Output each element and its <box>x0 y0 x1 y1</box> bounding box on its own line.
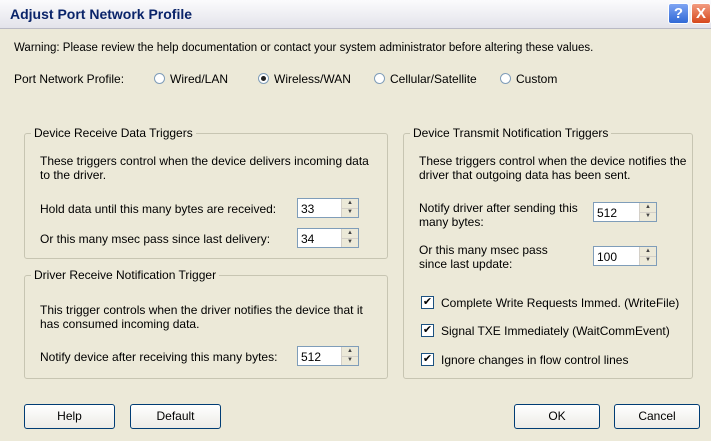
spin-buttons[interactable]: ▲ ▼ <box>341 229 358 247</box>
close-icon[interactable]: X <box>691 3 711 24</box>
group-title-receive-notify: Driver Receive Notification Trigger <box>31 268 220 282</box>
checkbox-signal-txe[interactable]: ✔ <box>421 324 434 337</box>
checkbox-label-signal-txe[interactable]: Signal TXE Immediately (WaitCommEvent) <box>441 324 670 338</box>
radio-label-custom[interactable]: Custom <box>516 72 557 86</box>
spin-down-icon[interactable]: ▼ <box>640 212 656 221</box>
radio-label-wireless-wan[interactable]: Wireless/WAN <box>274 72 351 86</box>
transmit-msec-spinner[interactable]: 100 ▲ ▼ <box>593 246 657 266</box>
checkbox-label-ignore-flow[interactable]: Ignore changes in flow control lines <box>441 353 628 367</box>
hold-bytes-value[interactable]: 33 <box>301 202 314 216</box>
radio-label-cellular-satellite[interactable]: Cellular/Satellite <box>390 72 477 86</box>
radio-wireless-wan[interactable] <box>258 73 269 84</box>
spin-buttons[interactable]: ▲ ▼ <box>341 347 358 365</box>
warning-text: Warning: Please review the help document… <box>14 42 594 54</box>
transmit-bytes-value[interactable]: 512 <box>597 206 617 220</box>
ok-button[interactable]: OK <box>514 404 600 429</box>
radio-label-wired-lan[interactable]: Wired/LAN <box>170 72 228 86</box>
receive-data-description: These triggers control when the device d… <box>40 154 369 182</box>
spin-buttons[interactable]: ▲ ▼ <box>341 199 358 217</box>
spin-buttons[interactable]: ▲ ▼ <box>639 247 656 265</box>
spin-down-icon[interactable]: ▼ <box>342 356 358 365</box>
checkbox-complete-write[interactable]: ✔ <box>421 296 434 309</box>
spin-buttons[interactable]: ▲ ▼ <box>639 203 656 221</box>
default-button[interactable]: Default <box>130 404 221 429</box>
window-title: Adjust Port Network Profile <box>10 6 193 22</box>
title-bar[interactable]: Adjust Port Network Profile ? X <box>0 0 711 29</box>
receive-msec-value[interactable]: 34 <box>301 232 314 246</box>
hold-bytes-label: Hold data until this many bytes are rece… <box>40 202 277 216</box>
spin-down-icon[interactable]: ▼ <box>640 256 656 265</box>
profile-label: Port Network Profile: <box>14 72 125 86</box>
group-title-receive-data: Device Receive Data Triggers <box>31 126 196 140</box>
checkbox-label-complete-write[interactable]: Complete Write Requests Immed. (WriteFil… <box>441 296 679 310</box>
help-icon[interactable]: ? <box>668 3 689 24</box>
receive-msec-label: Or this many msec pass since last delive… <box>40 232 271 246</box>
radio-wired-lan[interactable] <box>154 73 165 84</box>
transmit-bytes-label: Notify driver after sending this many by… <box>419 201 578 229</box>
notify-bytes-value[interactable]: 512 <box>301 350 321 364</box>
spin-down-icon[interactable]: ▼ <box>342 238 358 247</box>
receive-notify-description: This trigger controls when the driver no… <box>40 303 363 331</box>
help-button[interactable]: Help <box>24 404 115 429</box>
receive-msec-spinner[interactable]: 34 ▲ ▼ <box>297 228 359 248</box>
notify-bytes-label: Notify device after receiving this many … <box>40 350 278 364</box>
radio-custom[interactable] <box>500 73 511 84</box>
group-title-transmit: Device Transmit Notification Triggers <box>410 126 612 140</box>
hold-bytes-spinner[interactable]: 33 ▲ ▼ <box>297 198 359 218</box>
transmit-description: These triggers control when the device n… <box>419 154 687 182</box>
radio-cellular-satellite[interactable] <box>374 73 385 84</box>
cancel-button[interactable]: Cancel <box>614 404 700 429</box>
spin-down-icon[interactable]: ▼ <box>342 208 358 217</box>
transmit-bytes-spinner[interactable]: 512 ▲ ▼ <box>593 202 657 222</box>
notify-bytes-spinner[interactable]: 512 ▲ ▼ <box>297 346 359 366</box>
transmit-msec-label: Or this many msec pass since last update… <box>419 243 548 271</box>
transmit-msec-value[interactable]: 100 <box>597 250 617 264</box>
checkbox-ignore-flow[interactable]: ✔ <box>421 353 434 366</box>
dialog-window: Adjust Port Network Profile ? X Warning:… <box>0 0 711 441</box>
